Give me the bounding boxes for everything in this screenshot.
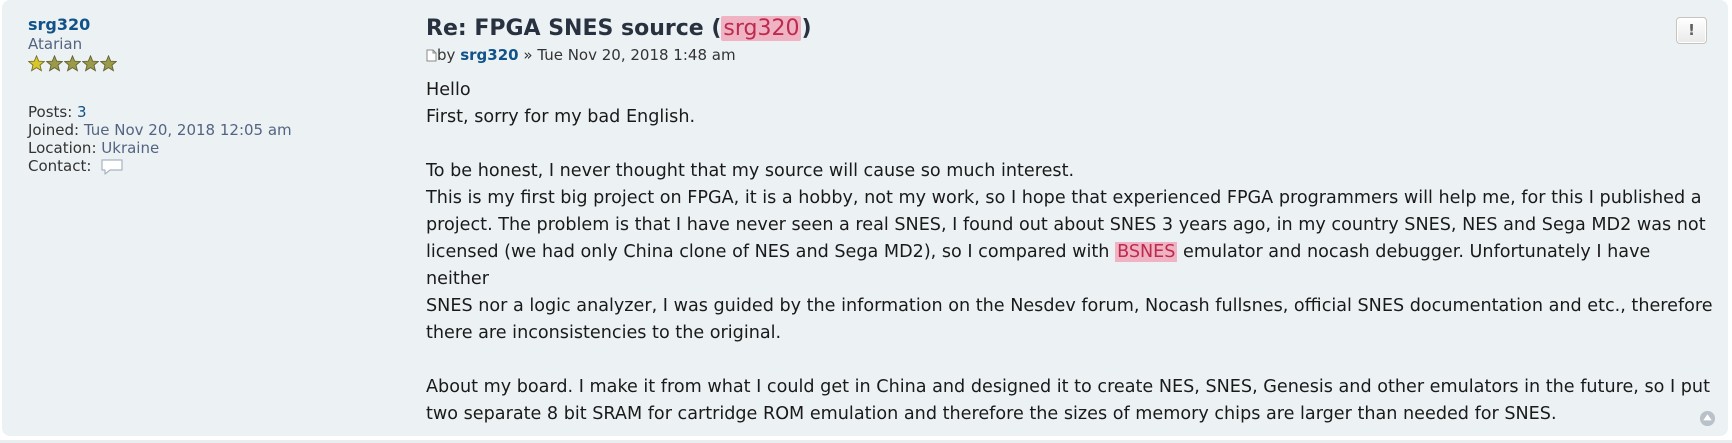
joined-label: Joined: [28,121,80,139]
content-line: two separate 8 bit SRAM for cartridge RO… [426,404,1557,424]
profile-details: Posts: 3 Joined: Tue Nov 20, 2018 12:05 … [28,103,348,175]
star-icon [28,55,45,72]
content-line: About my board. I make it from what I co… [426,377,1710,397]
search-highlight: BSNES [1115,242,1178,262]
profile-rank-title: Atarian [28,35,83,53]
post-profile: srg320 Atarian Posts: 3 Joined: Tue Nov … [28,16,348,175]
content-line: project. The problem is that I have neve… [426,215,1706,235]
report-button[interactable]: ! [1676,17,1707,44]
post-author-link[interactable]: srg320 [460,46,518,64]
star-icon [46,55,63,72]
post-title-highlight: srg320 [721,16,802,41]
post-body: Re: FPGA SNES source (srg320) by srg320 … [426,14,1713,428]
profile-posts: Posts: 3 [28,103,348,121]
content-line: Hello [426,80,471,100]
star-icon [82,55,99,72]
content-line: licensed (we had only China clone of NES… [426,239,1716,293]
location-value: Ukraine [101,139,160,157]
content-line: This is my first big project on FPGA, it… [426,188,1702,208]
report-exclamation-icon: ! [1688,21,1695,39]
post-container: srg320 Atarian Posts: 3 Joined: Tue Nov … [2,0,1728,436]
post-title[interactable]: Re: FPGA SNES source (srg320) [426,14,1706,44]
back-to-top-icon[interactable] [1699,410,1716,427]
by-label: by [437,46,456,64]
posts-count-link[interactable]: 3 [77,103,87,121]
content-line: there are inconsistencies to the origina… [426,323,782,343]
contact-label: Contact: [28,157,92,175]
location-label: Location: [28,139,97,157]
post-content: Hello First, sorry for my bad English. T… [426,77,1716,428]
post-file-icon[interactable] [426,49,437,62]
profile-username-link[interactable]: srg320 [28,16,348,34]
content-text: licensed (we had only China clone of NES… [426,242,1110,262]
joined-value: Tue Nov 20, 2018 12:05 am [83,121,292,139]
profile-location: Location: Ukraine [28,139,348,157]
profile-contact: Contact: [28,157,348,175]
content-line: To be honest, I never thought that my so… [426,161,1075,181]
post-date: Tue Nov 20, 2018 1:48 am [537,46,736,64]
speech-bubble-icon[interactable] [100,158,124,176]
content-line: First, sorry for my bad English. [426,107,696,127]
star-icon [100,55,117,72]
post-title-prefix: Re: FPGA SNES source ( [426,16,722,41]
profile-joined: Joined: Tue Nov 20, 2018 12:05 am [28,121,348,139]
rank-stars [28,55,348,75]
star-icon [64,55,81,72]
posts-label: Posts: [28,103,73,121]
content-line: SNES nor a logic analyzer, I was guided … [426,296,1713,316]
post-author-line: by srg320 » Tue Nov 20, 2018 1:48 am [426,45,1706,65]
date-separator: » [523,46,533,64]
post-title-suffix: ) [801,16,812,41]
